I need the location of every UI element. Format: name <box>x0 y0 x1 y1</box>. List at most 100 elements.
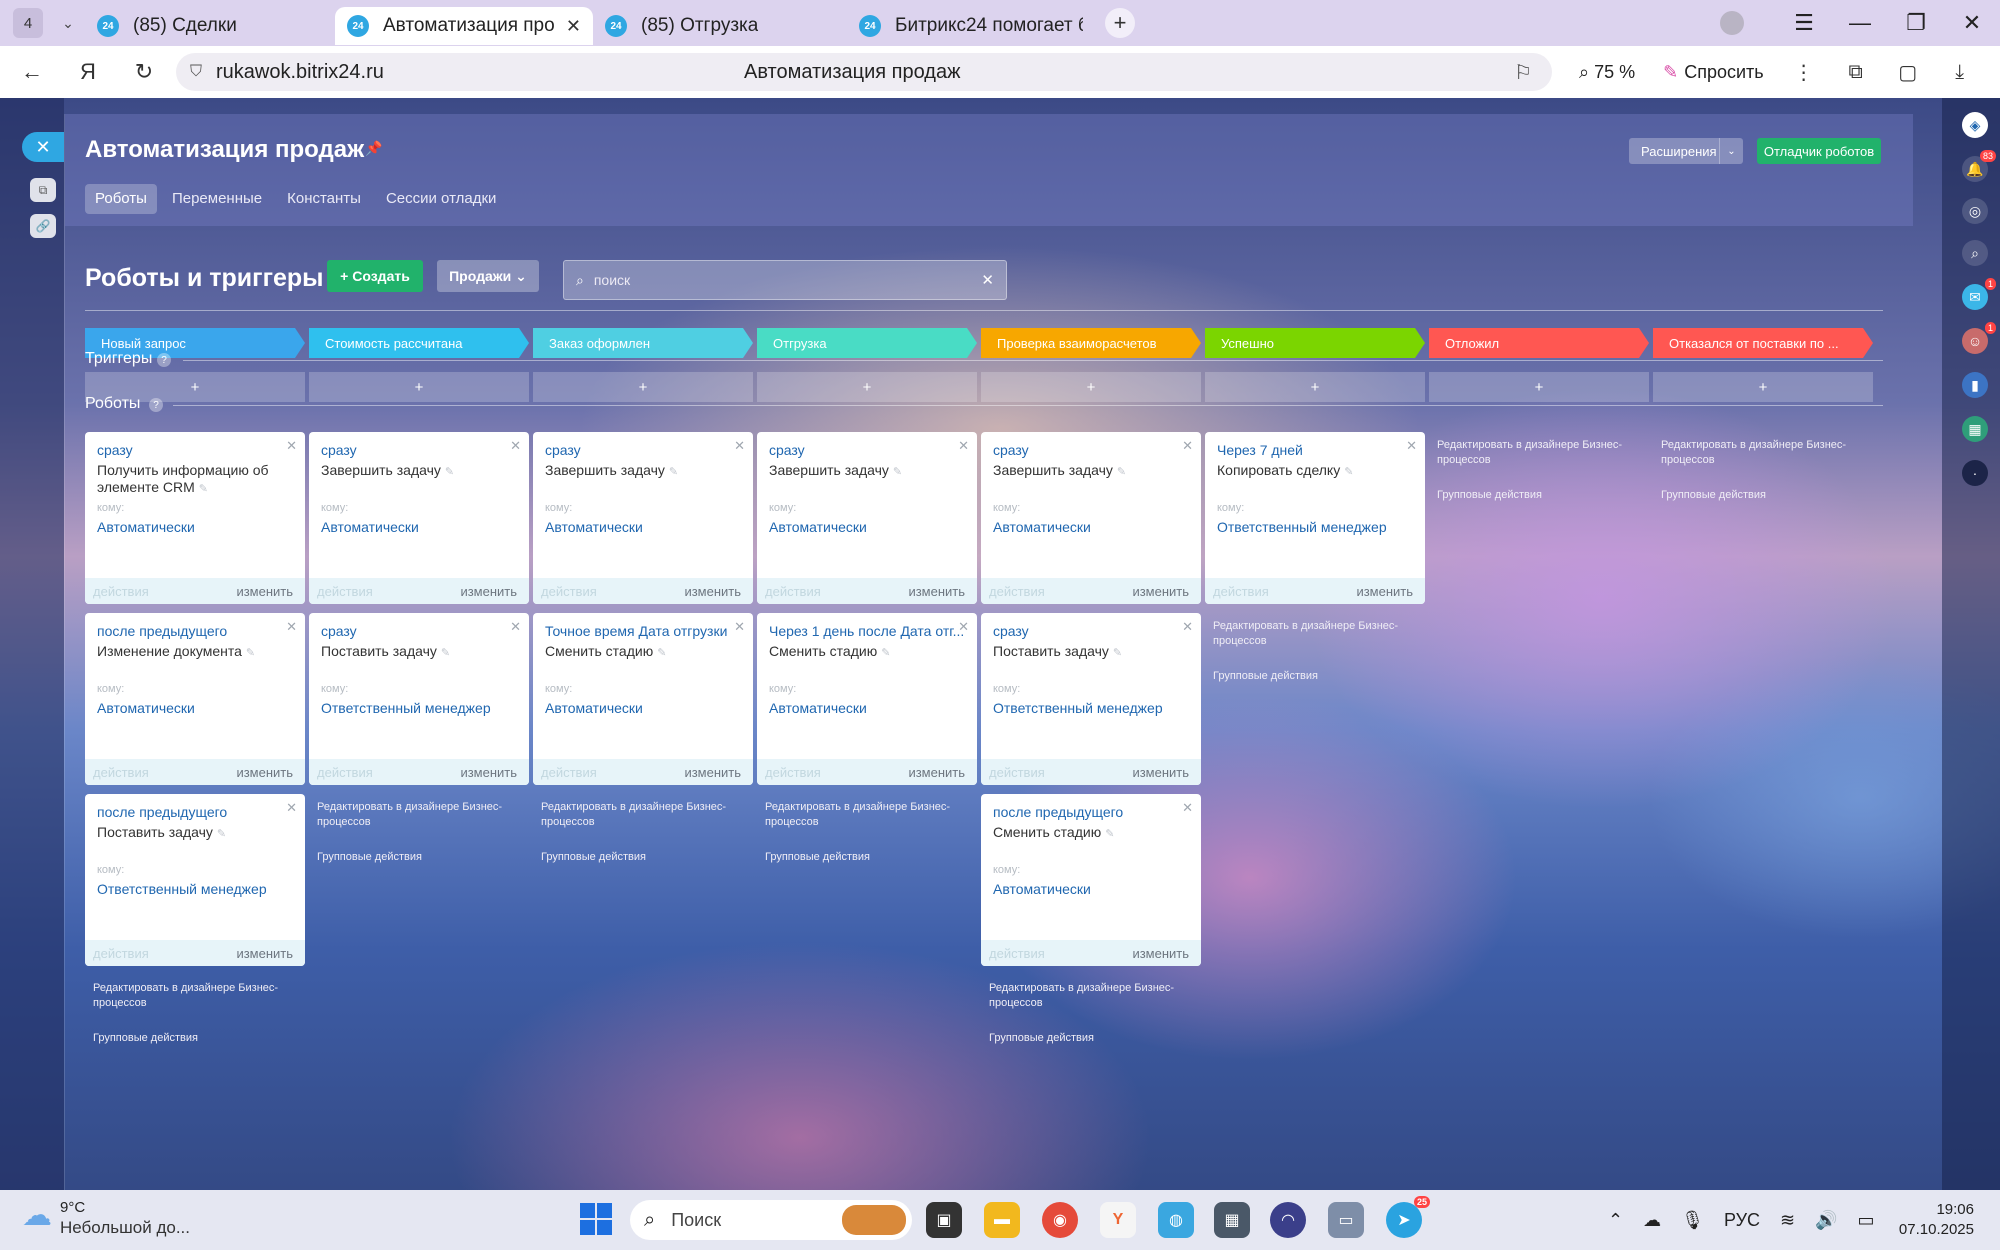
robot-card[interactable]: сразу ✕ Поставить задачу ✎ кому: Ответственны… <box>309 613 529 785</box>
robot-responsible[interactable]: Ответственный менеджер <box>97 881 267 897</box>
group-actions-link[interactable]: Групповые действия <box>541 850 741 865</box>
robot-responsible[interactable]: Автоматически <box>545 519 643 535</box>
chat-icon[interactable]: ✉ 1 <box>1962 278 1996 310</box>
add-trigger-button[interactable]: + <box>757 372 977 402</box>
robot-responsible[interactable]: Автоматически <box>993 519 1091 535</box>
cloud-icon[interactable]: ☁ <box>1643 1210 1661 1231</box>
robots-help-icon[interactable]: ? <box>149 398 163 412</box>
pencil-icon[interactable]: ✎ <box>441 647 450 659</box>
ask-button[interactable]: ✎ Спросить <box>1649 62 1778 83</box>
close-slider-button[interactable]: ✕ <box>22 132 64 162</box>
tab-robots[interactable]: Роботы <box>85 184 157 214</box>
file-explorer-icon[interactable]: ▬ <box>984 1202 1020 1238</box>
pipeline-select[interactable]: Продажи ⌄ <box>437 260 539 292</box>
tab-debug-sessions[interactable]: Сессии отладки <box>376 184 506 214</box>
search-chat-icon[interactable]: ⌕ <box>1962 240 1988 266</box>
delete-robot-icon[interactable]: ✕ <box>958 619 969 635</box>
user-avatar-icon[interactable]: ☺ 1 <box>1962 322 1996 354</box>
copy-link-icon[interactable]: 🔗 <box>30 214 56 238</box>
yandex-icon[interactable]: Я <box>60 59 116 85</box>
pencil-icon[interactable]: ✎ <box>199 483 208 495</box>
delete-robot-icon[interactable]: ✕ <box>286 438 297 454</box>
pencil-icon[interactable]: ✎ <box>1105 828 1114 840</box>
reload-icon[interactable]: ↻ <box>116 59 172 85</box>
remote-desktop-icon[interactable]: ▭ <box>1328 1202 1364 1238</box>
menu-icon[interactable]: ☰ <box>1776 10 1832 36</box>
profile-avatar[interactable] <box>1720 11 1744 35</box>
robot-responsible[interactable]: Ответственный менеджер <box>321 700 491 716</box>
notifications-bell-icon[interactable]: 🔔 83 <box>1962 150 1996 182</box>
robot-responsible[interactable]: Автоматически <box>545 700 643 716</box>
pencil-icon[interactable]: ✎ <box>445 466 454 478</box>
group-actions-link[interactable]: Групповые действия <box>317 850 517 865</box>
new-tab-button[interactable]: + <box>1105 8 1135 38</box>
edit-in-designer-link[interactable]: Редактировать в дизайнере Бизнес-процесс… <box>1213 619 1413 649</box>
task-view-icon[interactable]: ▣ <box>926 1202 962 1238</box>
pencil-icon[interactable]: ✎ <box>1113 647 1122 659</box>
bookmark-icon[interactable]: ⚐ <box>1514 60 1532 85</box>
delete-robot-icon[interactable]: ✕ <box>1182 800 1193 816</box>
download-icon[interactable]: ⤓ <box>1934 61 1986 84</box>
pencil-icon[interactable]: ✎ <box>1117 466 1126 478</box>
delete-robot-icon[interactable]: ✕ <box>1182 438 1193 454</box>
telegram-icon[interactable]: ➤ 25 <box>1386 1196 1430 1238</box>
robot-responsible[interactable]: Автоматически <box>97 700 195 716</box>
search-input[interactable] <box>593 272 954 288</box>
robot-responsible[interactable]: Ответственный менеджер <box>993 700 1163 716</box>
edit-in-designer-link[interactable]: Редактировать в дизайнере Бизнес-процесс… <box>1661 438 1861 468</box>
pencil-icon[interactable]: ✎ <box>669 466 678 478</box>
delete-robot-icon[interactable]: ✕ <box>286 800 297 816</box>
open-new-window-icon[interactable]: ⧉ <box>30 178 56 202</box>
add-trigger-button[interactable]: + <box>981 372 1201 402</box>
robot-responsible[interactable]: Автоматически <box>97 519 195 535</box>
close-tab-icon[interactable]: ✕ <box>566 16 581 37</box>
language-indicator[interactable]: РУС <box>1724 1210 1760 1231</box>
page-icon[interactable]: ▢ <box>1882 60 1934 85</box>
robot-edit-link[interactable]: изменить <box>236 946 293 961</box>
add-trigger-button[interactable]: + <box>533 372 753 402</box>
delete-robot-icon[interactable]: ✕ <box>958 438 969 454</box>
tab-constants[interactable]: Константы <box>277 184 371 214</box>
robot-card[interactable]: после предыдущего ✕ Сменить стадию ✎ кому: Ав… <box>981 794 1201 966</box>
robot-card[interactable]: сразу ✕ Завершить задачу ✎ кому: Автоматическ… <box>533 432 753 604</box>
robot-responsible[interactable]: Автоматически <box>321 519 419 535</box>
chevron-up-icon[interactable]: ⌃ <box>1608 1210 1623 1231</box>
edit-in-designer-link[interactable]: Редактировать в дизайнере Бизнес-процесс… <box>765 800 965 830</box>
add-trigger-button[interactable]: + <box>1653 372 1873 402</box>
robot-card[interactable]: сразу ✕ Завершить задачу ✎ кому: Автоматическ… <box>757 432 977 604</box>
system-clock[interactable]: 19:06 07.10.2025 <box>1899 1200 1974 1240</box>
tabs-dropdown-icon[interactable]: ⌄ <box>51 8 85 38</box>
group-actions-link[interactable]: Групповые действия <box>989 1031 1189 1046</box>
robot-edit-link[interactable]: изменить <box>908 584 965 599</box>
microphone-icon[interactable]: 🎙 <box>1681 1210 1704 1231</box>
pencil-icon[interactable]: ✎ <box>881 647 890 659</box>
robot-card[interactable]: Точное время Дата отгрузки ✕ Сменить стади… <box>533 613 753 785</box>
robot-debugger-button[interactable]: Отладчик роботов <box>1757 138 1881 164</box>
robot-card[interactable]: после предыдущего ✕ Поставить задачу ✎ кому:… <box>85 794 305 966</box>
triggers-help-icon[interactable]: ? <box>157 353 171 367</box>
bookmark-sidebar-icon[interactable]: ▮ <box>1962 372 1988 398</box>
add-trigger-button[interactable]: + <box>1205 372 1425 402</box>
group-actions-link[interactable]: Групповые действия <box>1213 669 1413 684</box>
pin-icon[interactable]: 📌 <box>365 140 382 157</box>
edit-in-designer-link[interactable]: Редактировать в дизайнере Бизнес-процесс… <box>1437 438 1637 468</box>
calculator-icon[interactable]: ▦ <box>1214 1202 1250 1238</box>
robot-card[interactable]: сразу ✕ Завершить задачу ✎ кому: Автоматическ… <box>309 432 529 604</box>
browser-tab-automation[interactable]: 24 Автоматизация прода ✕ <box>335 7 593 45</box>
group-actions-link[interactable]: Групповые действия <box>93 1031 293 1046</box>
chevron-down-icon[interactable]: ⌄ <box>1719 138 1743 164</box>
robot-edit-link[interactable]: изменить <box>684 765 741 780</box>
robot-edit-link[interactable]: изменить <box>1356 584 1413 599</box>
extensions-button[interactable]: Расширения ⌄ <box>1629 138 1743 164</box>
chrome-icon[interactable]: ◉ <box>1042 1202 1078 1238</box>
battery-icon[interactable]: ▭ <box>1858 1210 1875 1231</box>
pencil-icon[interactable]: ✎ <box>217 828 226 840</box>
group-actions-link[interactable]: Групповые действия <box>765 850 965 865</box>
robot-edit-link[interactable]: изменить <box>908 765 965 780</box>
edit-in-designer-link[interactable]: Редактировать в дизайнере Бизнес-процесс… <box>541 800 741 830</box>
robot-edit-link[interactable]: изменить <box>460 584 517 599</box>
add-trigger-button[interactable]: + <box>309 372 529 402</box>
edit-in-designer-link[interactable]: Редактировать в дизайнере Бизнес-процесс… <box>317 800 517 830</box>
weather-widget[interactable]: ☁ 9°C Небольшой до... <box>22 1198 190 1238</box>
taskbar-search[interactable]: ⌕ Поиск <box>630 1200 912 1240</box>
